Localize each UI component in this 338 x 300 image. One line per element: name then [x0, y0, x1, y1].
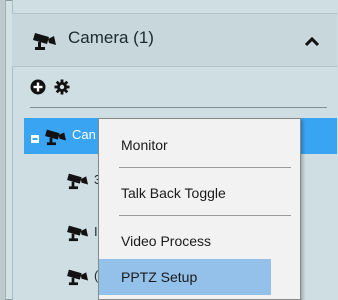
camera-icon	[66, 222, 90, 247]
menu-separator	[119, 215, 291, 216]
tree-node-label: Can	[72, 127, 96, 142]
menu-item-pptz-setup[interactable]: PPTZ Setup	[99, 259, 271, 295]
minus-icon[interactable]	[31, 130, 39, 148]
menu-separator	[119, 167, 291, 168]
panel-toolbar	[30, 75, 327, 108]
chevron-up-icon[interactable]	[304, 34, 320, 52]
camera-icon	[32, 29, 58, 56]
add-circle-icon[interactable]	[30, 79, 46, 100]
camera-icon	[66, 170, 90, 195]
menu-item-talk-back-toggle[interactable]: Talk Back Toggle	[99, 175, 300, 211]
gear-icon[interactable]	[54, 79, 70, 100]
menu-item-monitor[interactable]: Monitor	[99, 127, 300, 163]
menu-item-video-process[interactable]: Video Process	[99, 223, 300, 259]
panel-header[interactable]: Camera (1)	[12, 13, 337, 67]
context-menu: Monitor Talk Back Toggle Video Process P…	[98, 118, 301, 300]
camera-icon	[66, 266, 90, 291]
panel-title: Camera (1)	[68, 28, 154, 47]
left-edge-strip	[0, 0, 6, 300]
camera-icon	[44, 126, 68, 151]
